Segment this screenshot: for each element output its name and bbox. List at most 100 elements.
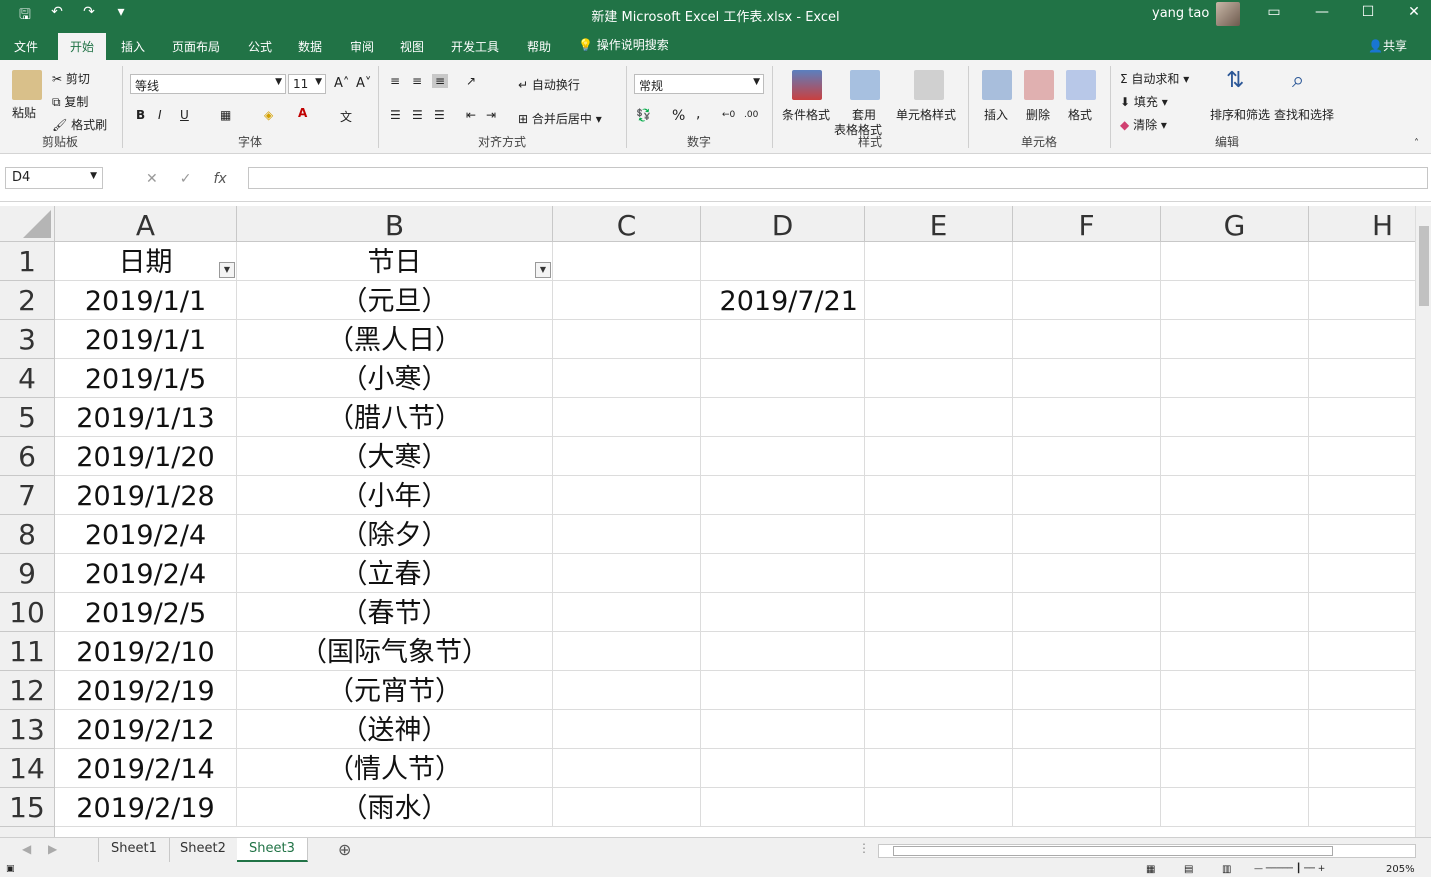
row-header[interactable]: 3	[0, 320, 55, 359]
merge-center-button[interactable]: ⊞ 合并后居中 ▾	[518, 110, 602, 127]
undo-icon[interactable]: ↶	[46, 4, 68, 28]
cell-a3[interactable]: 2019/1/1	[55, 320, 237, 359]
share-button[interactable]: 👤共享	[1368, 37, 1407, 54]
column-header-d[interactable]: D	[701, 206, 865, 242]
sheet-tab-sheet3[interactable]: Sheet3	[237, 838, 308, 862]
align-middle-icon[interactable]: ≡	[412, 74, 422, 88]
normal-view-icon[interactable]: ▦	[1146, 864, 1155, 875]
cell-g14[interactable]	[1161, 749, 1309, 788]
cell-a4[interactable]: 2019/1/5	[55, 359, 237, 398]
cell-c2[interactable]	[553, 281, 701, 320]
font-size-select[interactable]: 11 ▼	[288, 74, 326, 94]
cell-f1[interactable]	[1013, 242, 1161, 281]
collapse-ribbon-icon[interactable]: ˄	[1414, 138, 1419, 149]
row-header[interactable]: 9	[0, 554, 55, 593]
cell-b8[interactable]: （除夕）	[237, 515, 553, 554]
cell-g5[interactable]	[1161, 398, 1309, 437]
cell-b14[interactable]: （情人节）	[237, 749, 553, 788]
align-left-icon[interactable]: ☰	[390, 108, 401, 122]
cut-button[interactable]: ✂ 剪切	[52, 70, 90, 87]
cell-f7[interactable]	[1013, 476, 1161, 515]
row-header[interactable]: 8	[0, 515, 55, 554]
cell-g12[interactable]	[1161, 671, 1309, 710]
cell-f13[interactable]	[1013, 710, 1161, 749]
underline-button[interactable]: U	[180, 108, 189, 122]
column-header-g[interactable]: G	[1161, 206, 1309, 242]
tab-review[interactable]: 审阅	[350, 38, 374, 55]
cell-c12[interactable]	[553, 671, 701, 710]
cell-f11[interactable]	[1013, 632, 1161, 671]
close-icon[interactable]: ✕	[1402, 4, 1426, 20]
orientation-icon[interactable]: ↗	[466, 74, 476, 88]
tab-file[interactable]: 文件	[14, 38, 38, 55]
cell-g7[interactable]	[1161, 476, 1309, 515]
cell-e2[interactable]	[865, 281, 1013, 320]
cell-e14[interactable]	[865, 749, 1013, 788]
tell-me-search[interactable]: 💡 操作说明搜索	[578, 36, 669, 53]
cell-f15[interactable]	[1013, 788, 1161, 827]
cell-b1[interactable]: 节日	[237, 242, 553, 281]
percent-style-button[interactable]: %	[672, 108, 685, 124]
maximize-icon[interactable]: ☐	[1356, 4, 1380, 20]
borders-icon[interactable]: ▦	[220, 108, 231, 122]
cell-d4[interactable]	[701, 359, 865, 398]
cell-e10[interactable]	[865, 593, 1013, 632]
cell-h9[interactable]	[1309, 554, 1415, 593]
cell-e4[interactable]	[865, 359, 1013, 398]
cell-c3[interactable]	[553, 320, 701, 359]
cell-e8[interactable]	[865, 515, 1013, 554]
cell-g10[interactable]	[1161, 593, 1309, 632]
add-sheet-icon[interactable]: ⊕	[338, 840, 351, 859]
cell-c8[interactable]	[553, 515, 701, 554]
row-header[interactable]: 14	[0, 749, 55, 788]
row-header[interactable]: 7	[0, 476, 55, 515]
cell-f6[interactable]	[1013, 437, 1161, 476]
cell-h5[interactable]	[1309, 398, 1415, 437]
italic-button[interactable]: I	[158, 108, 162, 122]
align-center-icon[interactable]: ☰	[412, 108, 423, 122]
cell-h8[interactable]	[1309, 515, 1415, 554]
cell-h13[interactable]	[1309, 710, 1415, 749]
cell-d15[interactable]	[701, 788, 865, 827]
cell-c11[interactable]	[553, 632, 701, 671]
cell-a15[interactable]: 2019/2/19	[55, 788, 237, 827]
column-header-c[interactable]: C	[553, 206, 701, 242]
phonetic-icon[interactable]: 文	[340, 108, 352, 125]
cell-b6[interactable]: （大寒）	[237, 437, 553, 476]
cell-b4[interactable]: （小寒）	[237, 359, 553, 398]
cell-c13[interactable]	[553, 710, 701, 749]
user-name[interactable]: yang tao	[1152, 6, 1209, 21]
sheet-tab-sheet1[interactable]: Sheet1	[98, 838, 170, 862]
cell-e15[interactable]	[865, 788, 1013, 827]
cell-h12[interactable]	[1309, 671, 1415, 710]
worksheet-grid[interactable]: A B C D E F G H 1 日期 节日 ▼ ▼ 2 2019/1/1 （元旦） 2019…	[0, 206, 1415, 837]
cell-g2[interactable]	[1161, 281, 1309, 320]
cell-c15[interactable]	[553, 788, 701, 827]
cell-f3[interactable]	[1013, 320, 1161, 359]
tab-page-layout[interactable]: 页面布局	[172, 38, 220, 55]
paste-button[interactable]: 粘贴	[12, 104, 36, 121]
tab-formulas[interactable]: 公式	[248, 38, 272, 55]
cell-d1[interactable]	[701, 242, 865, 281]
horizontal-scroll-thumb[interactable]	[893, 846, 1333, 856]
autosum-button[interactable]: Σ 自动求和 ▾	[1120, 70, 1189, 87]
next-sheet-icon[interactable]: ▶	[48, 842, 57, 856]
cell-d13[interactable]	[701, 710, 865, 749]
cell-f14[interactable]	[1013, 749, 1161, 788]
comma-style-button[interactable]: ,	[696, 106, 700, 122]
cell-h11[interactable]	[1309, 632, 1415, 671]
formula-input[interactable]	[248, 167, 1428, 189]
align-top-icon[interactable]: ≡	[390, 74, 400, 88]
cell-b7[interactable]: （小年）	[237, 476, 553, 515]
sort-filter-button[interactable]: 排序和筛选	[1210, 106, 1270, 123]
cell-c10[interactable]	[553, 593, 701, 632]
cell-e5[interactable]	[865, 398, 1013, 437]
row-header[interactable]: 15	[0, 788, 55, 827]
cell-f2[interactable]	[1013, 281, 1161, 320]
cell-h3[interactable]	[1309, 320, 1415, 359]
cell-d7[interactable]	[701, 476, 865, 515]
save-icon[interactable]: 🖫	[14, 4, 36, 28]
cell-h15[interactable]	[1309, 788, 1415, 827]
font-color-icon[interactable]: A	[298, 106, 307, 120]
tab-insert[interactable]: 插入	[121, 38, 145, 55]
